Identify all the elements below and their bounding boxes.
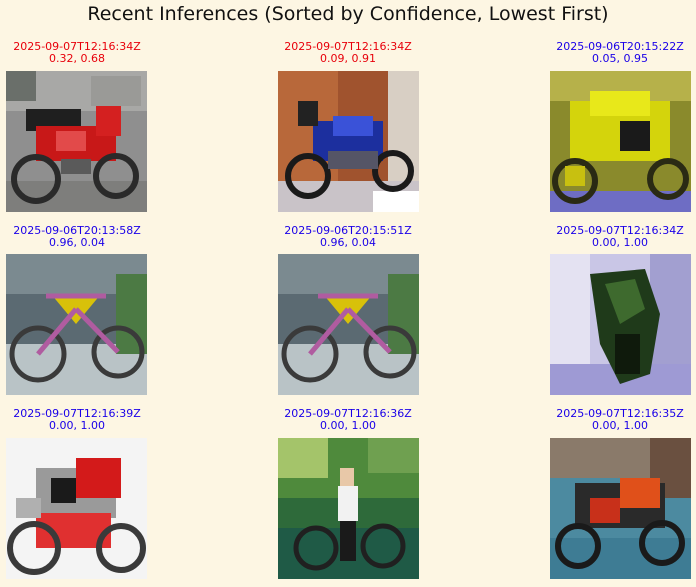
inference-scores: 0.09, 0.91 <box>320 52 376 65</box>
inference-scores: 0.00, 1.00 <box>49 419 105 432</box>
inference-scores: 0.00, 1.00 <box>320 419 376 432</box>
inference-card[interactable]: 2025-09-07T12:16:34Z 0.32, 0.68 <box>0 41 172 65</box>
inference-thumbnail[interactable] <box>278 438 419 579</box>
inference-thumbnail[interactable] <box>6 438 147 579</box>
inference-scores: 0.96, 0.04 <box>49 236 105 249</box>
inference-card[interactable]: 2025-09-07T12:16:35Z 0.00, 1.00 <box>525 408 696 432</box>
inference-scores: 0.05, 0.95 <box>592 52 648 65</box>
inference-thumbnail[interactable] <box>278 71 419 212</box>
inference-thumbnail[interactable] <box>550 71 691 212</box>
inference-card[interactable]: 2025-09-06T20:15:51Z 0.96, 0.04 <box>253 225 443 249</box>
inference-thumbnail[interactable] <box>6 254 147 395</box>
inference-scores: 0.32, 0.68 <box>49 52 105 65</box>
inference-thumbnail[interactable] <box>550 254 691 395</box>
inference-thumbnail[interactable] <box>550 438 691 579</box>
inference-card[interactable]: 2025-09-06T20:15:22Z 0.05, 0.95 <box>525 41 696 65</box>
inference-card[interactable]: 2025-09-07T12:16:34Z 0.09, 0.91 <box>253 41 443 65</box>
inference-card[interactable]: 2025-09-07T12:16:34Z 0.00, 1.00 <box>525 225 696 249</box>
inference-scores: 0.96, 0.04 <box>320 236 376 249</box>
page-title: Recent Inferences (Sorted by Confidence,… <box>87 3 609 25</box>
inference-scores: 0.00, 1.00 <box>592 236 648 249</box>
inference-scores: 0.00, 1.00 <box>592 419 648 432</box>
inference-card[interactable]: 2025-09-06T20:13:58Z 0.96, 0.04 <box>0 225 172 249</box>
inference-card[interactable]: 2025-09-07T12:16:39Z 0.00, 1.00 <box>0 408 172 432</box>
inference-card[interactable]: 2025-09-07T12:16:36Z 0.00, 1.00 <box>253 408 443 432</box>
inference-thumbnail[interactable] <box>278 254 419 395</box>
inference-thumbnail[interactable] <box>6 71 147 212</box>
